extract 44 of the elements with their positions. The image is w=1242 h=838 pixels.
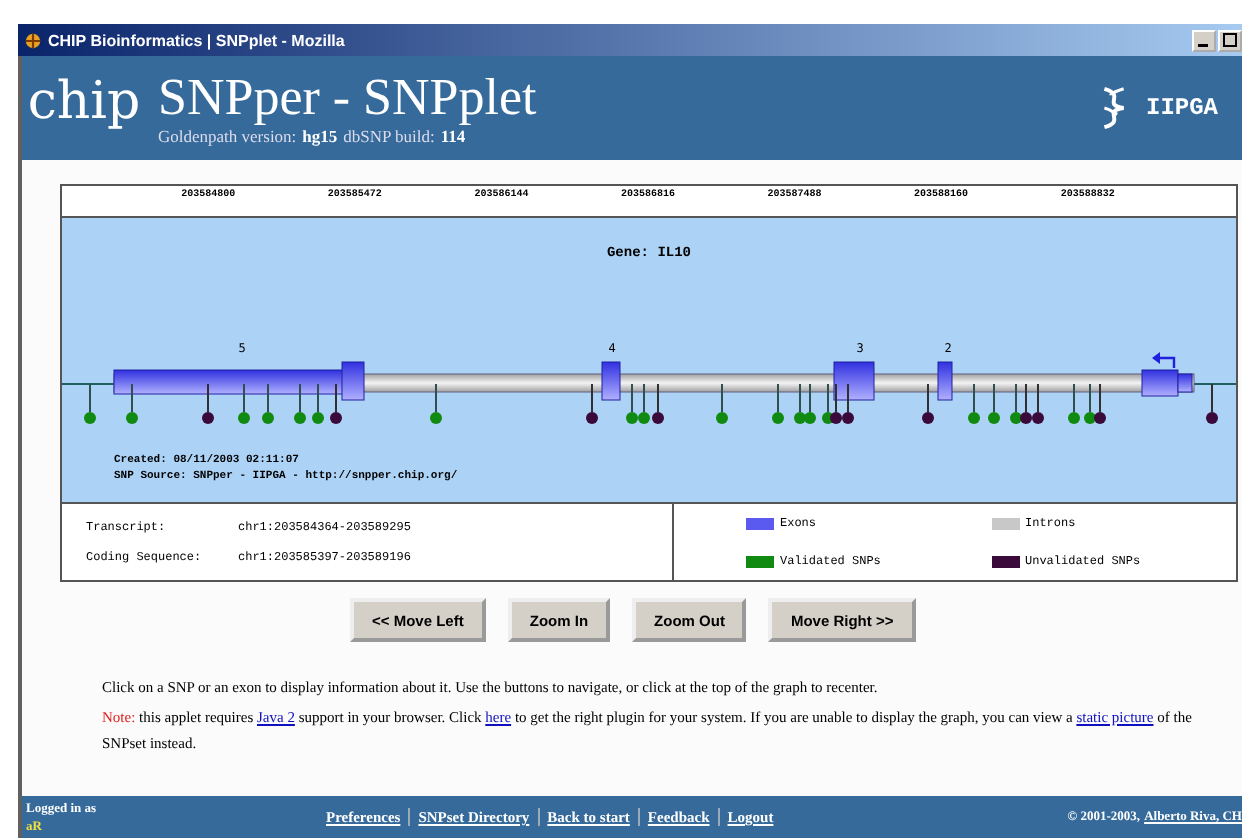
- maximize-button[interactable]: [1218, 29, 1242, 51]
- maximize-icon: [1222, 32, 1238, 48]
- snp-marker[interactable]: [1010, 383, 1022, 424]
- snp-marker[interactable]: [922, 383, 934, 424]
- page-title: SNPper - SNPplet: [158, 69, 539, 127]
- snp-marker[interactable]: [638, 383, 650, 424]
- minimize-button[interactable]: [1192, 29, 1216, 51]
- window-title: CHIP Bioinformatics | SNPplet - Mozilla: [48, 31, 347, 49]
- snp-marker[interactable]: [294, 383, 306, 424]
- snp-marker[interactable]: [626, 383, 638, 424]
- snp-marker[interactable]: [804, 383, 816, 424]
- app-icon: [24, 31, 42, 49]
- snp-marker[interactable]: [330, 383, 342, 424]
- snp-marker[interactable]: [84, 383, 96, 424]
- snp-marker[interactable]: [1206, 383, 1218, 424]
- snp-marker[interactable]: [968, 383, 980, 424]
- version-info: Goldenpath version:: [158, 126, 297, 147]
- snp-marker[interactable]: [830, 383, 842, 424]
- version-info: hg15: [302, 126, 338, 147]
- snp-marker[interactable]: [262, 383, 274, 424]
- site-logo[interactable]: chip: [22, 72, 146, 144]
- snp-marker[interactable]: [772, 383, 784, 424]
- snp-marker[interactable]: [312, 383, 324, 424]
- snp-marker[interactable]: [202, 383, 214, 424]
- snp-marker[interactable]: [238, 383, 250, 424]
- version-info: dbSNP build:: [343, 126, 435, 147]
- snp-marker[interactable]: [1032, 383, 1044, 424]
- snp-marker[interactable]: [652, 383, 664, 424]
- partner-logo[interactable]: IIPGA: [1146, 94, 1219, 122]
- direction-arrow-icon: [1152, 352, 1176, 368]
- snp-marker[interactable]: [842, 383, 854, 424]
- snp-marker[interactable]: [586, 383, 598, 424]
- snp-marker[interactable]: [1020, 383, 1032, 424]
- gene-structure-drawing[interactable]: [113, 361, 1195, 401]
- snp-marker[interactable]: [794, 383, 806, 424]
- version-info: 114: [440, 126, 466, 147]
- snp-marker[interactable]: [1094, 383, 1106, 424]
- helix-icon: [1098, 84, 1130, 132]
- snp-marker[interactable]: [1068, 383, 1080, 424]
- snp-marker[interactable]: [716, 383, 728, 424]
- snp-marker[interactable]: [126, 383, 138, 424]
- snp-marker[interactable]: [988, 383, 1000, 424]
- snp-marker[interactable]: [1084, 383, 1096, 424]
- snp-marker[interactable]: [430, 383, 442, 424]
